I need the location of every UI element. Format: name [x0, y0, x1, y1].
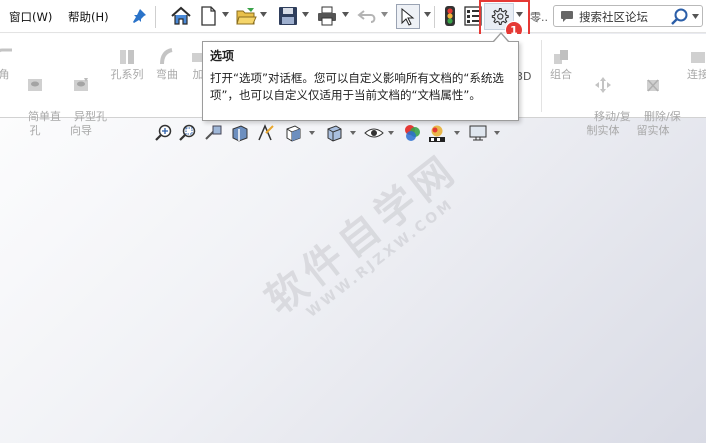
new-document-icon[interactable] [197, 5, 219, 27]
ribbon-item-hole-series[interactable]: 孔系列 [106, 48, 148, 82]
menu-toolbar: 窗口(W) 帮助(H) 零.. 搜索社区论坛 [0, 0, 706, 33]
chevron-down-icon[interactable] [342, 12, 349, 17]
hole-series-icon [120, 50, 134, 64]
chevron-down-icon[interactable] [388, 131, 394, 135]
truncated-label: 零.. [530, 11, 548, 24]
chevron-down-icon[interactable] [260, 12, 267, 17]
save-icon[interactable] [277, 5, 299, 27]
apply-scene-icon[interactable] [427, 123, 447, 143]
chevron-down-icon[interactable] [494, 131, 500, 135]
ribbon-label: 组合 [550, 68, 572, 81]
move-copy-icon [595, 77, 611, 93]
section-view-icon[interactable] [230, 123, 250, 143]
edit-appearance-icon[interactable] [402, 123, 422, 143]
zoom-to-fit-icon[interactable] [154, 123, 174, 143]
chevron-down-icon[interactable] [222, 12, 229, 17]
delete-body-icon [647, 79, 659, 92]
print-icon[interactable] [316, 5, 338, 27]
dynamic-annotation-icon[interactable] [256, 123, 276, 143]
options-tooltip: 选项 打开“选项”对话框。您可以自定义影响所有文档的“系统选项”，也可以自定义仅… [202, 41, 519, 121]
previous-view-icon[interactable] [204, 123, 224, 143]
pin-icon[interactable] [131, 8, 147, 24]
ribbon-separator [541, 40, 542, 112]
select-button[interactable] [396, 4, 420, 29]
ribbon-item-fillet[interactable]: 角 [0, 48, 12, 82]
home-icon[interactable] [170, 5, 192, 27]
flex-icon [160, 48, 173, 65]
chevron-down-icon[interactable] [381, 12, 388, 17]
zoom-to-area-icon[interactable] [178, 123, 198, 143]
chevron-down-icon[interactable] [309, 131, 315, 135]
traffic-light-icon[interactable] [439, 5, 461, 27]
ribbon-item-delete-keep-body[interactable]: 删除/保 留实体 [630, 48, 681, 152]
ribbon-label: 移动/复 制实体 [586, 110, 631, 137]
tooltip-title: 选项 [210, 49, 235, 63]
ribbon-label: 连接 [687, 68, 706, 81]
hole-wizard-icon [74, 78, 88, 91]
community-search-input[interactable]: 搜索社区论坛 [553, 5, 703, 27]
ribbon-item-join[interactable]: 连接 [684, 48, 706, 82]
ribbon-label: 孔系列 [110, 68, 144, 81]
watermark-url: WWW.RJZXW.COM [303, 196, 458, 321]
ribbon-label: 异型孔 向导 [70, 110, 107, 137]
combine-icon [554, 50, 568, 64]
undo-icon[interactable] [357, 5, 379, 27]
chevron-down-icon[interactable] [302, 12, 309, 17]
toolbar-separator [434, 6, 435, 28]
chat-bubble-icon [561, 11, 573, 22]
hide-show-items-icon[interactable] [364, 123, 384, 143]
ribbon-label: 删除/保 留实体 [636, 110, 681, 137]
toolbar-separator [155, 6, 156, 28]
chevron-down-icon[interactable] [424, 12, 431, 17]
search-icon[interactable] [671, 8, 689, 25]
ribbon-item-flex[interactable]: 弯曲 [150, 48, 184, 82]
ribbon-label: 简单直 孔 [28, 110, 61, 137]
display-style-icon[interactable] [324, 123, 344, 143]
ribbon-item-combine[interactable]: 组合 [545, 48, 577, 82]
watermark-text: 软件自学网 [257, 145, 467, 324]
ribbon-label: 弯曲 [156, 68, 178, 81]
join-icon [691, 52, 705, 63]
view-orientation-icon[interactable] [283, 123, 303, 143]
menu-window[interactable]: 窗口(W) [9, 9, 52, 25]
fillet-icon [0, 48, 12, 53]
tooltip-body: 打开“选项”对话框。您可以自定义影响所有文档的“系统选项”，也可以自定义仅适用于… [210, 71, 504, 102]
simple-hole-icon [28, 79, 42, 91]
ribbon-label: 角 [0, 68, 10, 81]
menu-help[interactable]: 帮助(H) [68, 9, 109, 25]
select-arrow-icon [401, 8, 415, 26]
search-placeholder: 搜索社区论坛 [579, 10, 648, 24]
open-folder-icon[interactable] [235, 5, 257, 27]
watermark: 软件自学网 WWW.RJZXW.COM [222, 119, 517, 371]
chevron-down-icon[interactable] [692, 14, 699, 19]
chevron-down-icon[interactable] [350, 131, 356, 135]
ribbon-item-hole-wizard[interactable]: 异型孔 向导 [60, 48, 107, 152]
tooltip-arrow-fill [494, 34, 508, 42]
ribbon-item-move-copy-body[interactable]: 移动/复 制实体 [580, 48, 631, 152]
ribbon-item-simple-hole[interactable]: 简单直 孔 [14, 48, 61, 152]
